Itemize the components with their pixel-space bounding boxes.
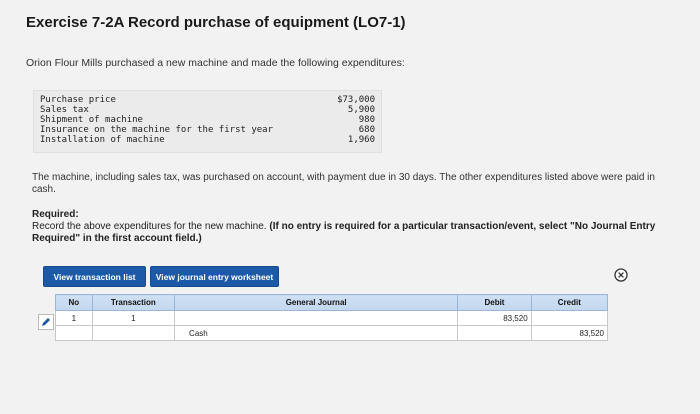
cell-transaction — [91, 325, 176, 341]
cell-debit[interactable]: 83,520 — [457, 310, 532, 326]
col-header-debit: Debit — [457, 294, 532, 311]
required-heading: Required: — [32, 209, 79, 220]
expenditure-label: Insurance on the machine for the first y… — [40, 125, 273, 135]
col-header-no: No — [55, 294, 93, 311]
scenario-paragraph: The machine, including sales tax, was pu… — [32, 172, 655, 195]
expenditure-value: 5,900 — [347, 105, 375, 115]
view-transaction-list-button[interactable]: View transaction list — [43, 266, 146, 287]
cell-credit[interactable]: 83,520 — [530, 325, 609, 341]
expenditure-label: Installation of machine — [40, 135, 165, 145]
col-header-credit: Credit — [530, 294, 609, 311]
cell-account[interactable]: Cash — [174, 325, 459, 341]
cell-no: 1 — [55, 310, 93, 326]
journal-header-row: No Transaction General Journal Debit Cre… — [55, 294, 609, 311]
cell-account[interactable] — [174, 310, 459, 326]
expenditure-value: 680 — [358, 125, 375, 135]
expenditure-value: $73,000 — [337, 95, 375, 105]
expenditure-label: Shipment of machine — [40, 115, 143, 125]
intro-text: Orion Flour Mills purchased a new machin… — [26, 57, 405, 69]
pencil-icon[interactable] — [38, 314, 54, 330]
journal-table: No Transaction General Journal Debit Cre… — [55, 294, 609, 341]
cell-debit[interactable] — [457, 325, 532, 341]
table-row[interactable]: 1 1 83,520 — [55, 310, 609, 326]
cell-transaction: 1 — [91, 310, 176, 326]
col-header-transaction: Transaction — [91, 294, 176, 311]
page-title: Exercise 7-2A Record purchase of equipme… — [26, 14, 406, 31]
pencil-glyph — [42, 318, 50, 326]
expenditure-value: 1,960 — [347, 135, 375, 145]
expenditure-list: Purchase price $73,000 Sales tax 5,900 S… — [33, 90, 382, 153]
cell-no — [55, 325, 93, 341]
expenditure-value: 980 — [358, 115, 375, 125]
expenditure-label: Purchase price — [40, 95, 116, 105]
required-text: Record the above expenditures for the ne… — [32, 221, 267, 232]
required-instructions: Record the above expenditures for the ne… — [32, 221, 662, 245]
close-circle-icon[interactable] — [614, 268, 628, 282]
exercise-page: Exercise 7-2A Record purchase of equipme… — [0, 0, 700, 414]
table-row[interactable]: Cash 83,520 — [55, 325, 609, 341]
expenditure-row: Installation of machine 1,960 — [40, 135, 375, 146]
col-header-general-journal: General Journal — [174, 294, 459, 311]
expenditure-label: Sales tax — [40, 105, 89, 115]
view-journal-entry-worksheet-button[interactable]: View journal entry worksheet — [150, 266, 279, 287]
cell-credit[interactable] — [530, 310, 609, 326]
